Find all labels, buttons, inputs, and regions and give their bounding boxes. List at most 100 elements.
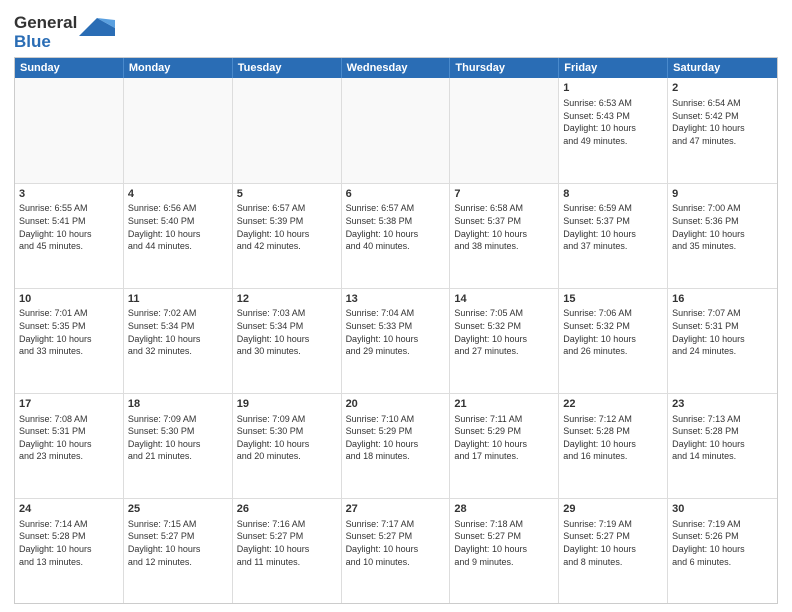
cell-info: Sunrise: 7:09 AM Sunset: 5:30 PM Dayligh… xyxy=(237,413,337,463)
day-number: 2 xyxy=(672,81,773,96)
day-number: 3 xyxy=(19,187,119,202)
cell-info: Sunrise: 7:19 AM Sunset: 5:26 PM Dayligh… xyxy=(672,518,773,568)
day-cell-26: 26Sunrise: 7:16 AM Sunset: 5:27 PM Dayli… xyxy=(233,499,342,603)
cell-info: Sunrise: 6:54 AM Sunset: 5:42 PM Dayligh… xyxy=(672,97,773,147)
header-cell-monday: Monday xyxy=(124,58,233,78)
cell-info: Sunrise: 7:16 AM Sunset: 5:27 PM Dayligh… xyxy=(237,518,337,568)
cell-info: Sunrise: 6:53 AM Sunset: 5:43 PM Dayligh… xyxy=(563,97,663,147)
cell-info: Sunrise: 7:18 AM Sunset: 5:27 PM Dayligh… xyxy=(454,518,554,568)
cell-info: Sunrise: 7:15 AM Sunset: 5:27 PM Dayligh… xyxy=(128,518,228,568)
day-cell-17: 17Sunrise: 7:08 AM Sunset: 5:31 PM Dayli… xyxy=(15,394,124,498)
day-cell-5: 5Sunrise: 6:57 AM Sunset: 5:39 PM Daylig… xyxy=(233,184,342,288)
cell-info: Sunrise: 6:57 AM Sunset: 5:39 PM Dayligh… xyxy=(237,202,337,252)
cell-info: Sunrise: 7:14 AM Sunset: 5:28 PM Dayligh… xyxy=(19,518,119,568)
day-number: 19 xyxy=(237,397,337,412)
day-number: 14 xyxy=(454,292,554,307)
cell-info: Sunrise: 7:10 AM Sunset: 5:29 PM Dayligh… xyxy=(346,413,446,463)
day-cell-24: 24Sunrise: 7:14 AM Sunset: 5:28 PM Dayli… xyxy=(15,499,124,603)
day-cell-2: 2Sunrise: 6:54 AM Sunset: 5:42 PM Daylig… xyxy=(668,78,777,182)
day-cell-14: 14Sunrise: 7:05 AM Sunset: 5:32 PM Dayli… xyxy=(450,289,559,393)
day-number: 13 xyxy=(346,292,446,307)
header-cell-saturday: Saturday xyxy=(668,58,777,78)
week-row-2: 3Sunrise: 6:55 AM Sunset: 5:41 PM Daylig… xyxy=(15,184,777,289)
day-number: 26 xyxy=(237,502,337,517)
day-number: 23 xyxy=(672,397,773,412)
cell-info: Sunrise: 7:00 AM Sunset: 5:36 PM Dayligh… xyxy=(672,202,773,252)
day-number: 16 xyxy=(672,292,773,307)
day-cell-4: 4Sunrise: 6:56 AM Sunset: 5:40 PM Daylig… xyxy=(124,184,233,288)
cell-info: Sunrise: 7:06 AM Sunset: 5:32 PM Dayligh… xyxy=(563,307,663,357)
logo-blue: Blue xyxy=(14,32,51,51)
cell-info: Sunrise: 7:04 AM Sunset: 5:33 PM Dayligh… xyxy=(346,307,446,357)
day-number: 11 xyxy=(128,292,228,307)
day-number: 25 xyxy=(128,502,228,517)
day-cell-6: 6Sunrise: 6:57 AM Sunset: 5:38 PM Daylig… xyxy=(342,184,451,288)
logo: General Blue xyxy=(14,14,115,51)
header-cell-thursday: Thursday xyxy=(450,58,559,78)
day-number: 22 xyxy=(563,397,663,412)
cell-info: Sunrise: 6:58 AM Sunset: 5:37 PM Dayligh… xyxy=(454,202,554,252)
day-cell-18: 18Sunrise: 7:09 AM Sunset: 5:30 PM Dayli… xyxy=(124,394,233,498)
cell-info: Sunrise: 6:56 AM Sunset: 5:40 PM Dayligh… xyxy=(128,202,228,252)
day-cell-27: 27Sunrise: 7:17 AM Sunset: 5:27 PM Dayli… xyxy=(342,499,451,603)
day-number: 29 xyxy=(563,502,663,517)
day-number: 30 xyxy=(672,502,773,517)
day-number: 5 xyxy=(237,187,337,202)
cell-info: Sunrise: 7:13 AM Sunset: 5:28 PM Dayligh… xyxy=(672,413,773,463)
day-cell-11: 11Sunrise: 7:02 AM Sunset: 5:34 PM Dayli… xyxy=(124,289,233,393)
day-cell-13: 13Sunrise: 7:04 AM Sunset: 5:33 PM Dayli… xyxy=(342,289,451,393)
calendar: SundayMondayTuesdayWednesdayThursdayFrid… xyxy=(14,57,778,604)
day-number: 10 xyxy=(19,292,119,307)
day-cell-15: 15Sunrise: 7:06 AM Sunset: 5:32 PM Dayli… xyxy=(559,289,668,393)
page: General Blue SundayMondayTuesdayWednesda… xyxy=(0,0,792,612)
day-cell-12: 12Sunrise: 7:03 AM Sunset: 5:34 PM Dayli… xyxy=(233,289,342,393)
week-row-5: 24Sunrise: 7:14 AM Sunset: 5:28 PM Dayli… xyxy=(15,499,777,603)
header-cell-sunday: Sunday xyxy=(15,58,124,78)
empty-cell-0-0 xyxy=(15,78,124,182)
day-number: 15 xyxy=(563,292,663,307)
day-number: 7 xyxy=(454,187,554,202)
day-number: 9 xyxy=(672,187,773,202)
logo-general: General xyxy=(14,13,77,32)
day-cell-1: 1Sunrise: 6:53 AM Sunset: 5:43 PM Daylig… xyxy=(559,78,668,182)
day-number: 20 xyxy=(346,397,446,412)
day-cell-23: 23Sunrise: 7:13 AM Sunset: 5:28 PM Dayli… xyxy=(668,394,777,498)
cell-info: Sunrise: 6:55 AM Sunset: 5:41 PM Dayligh… xyxy=(19,202,119,252)
day-cell-20: 20Sunrise: 7:10 AM Sunset: 5:29 PM Dayli… xyxy=(342,394,451,498)
cell-info: Sunrise: 7:09 AM Sunset: 5:30 PM Dayligh… xyxy=(128,413,228,463)
day-cell-3: 3Sunrise: 6:55 AM Sunset: 5:41 PM Daylig… xyxy=(15,184,124,288)
day-cell-19: 19Sunrise: 7:09 AM Sunset: 5:30 PM Dayli… xyxy=(233,394,342,498)
empty-cell-0-3 xyxy=(342,78,451,182)
week-row-4: 17Sunrise: 7:08 AM Sunset: 5:31 PM Dayli… xyxy=(15,394,777,499)
day-cell-30: 30Sunrise: 7:19 AM Sunset: 5:26 PM Dayli… xyxy=(668,499,777,603)
day-number: 6 xyxy=(346,187,446,202)
cell-info: Sunrise: 7:03 AM Sunset: 5:34 PM Dayligh… xyxy=(237,307,337,357)
calendar-header-row: SundayMondayTuesdayWednesdayThursdayFrid… xyxy=(15,58,777,78)
day-cell-7: 7Sunrise: 6:58 AM Sunset: 5:37 PM Daylig… xyxy=(450,184,559,288)
empty-cell-0-4 xyxy=(450,78,559,182)
day-number: 12 xyxy=(237,292,337,307)
day-number: 21 xyxy=(454,397,554,412)
day-cell-10: 10Sunrise: 7:01 AM Sunset: 5:35 PM Dayli… xyxy=(15,289,124,393)
day-cell-25: 25Sunrise: 7:15 AM Sunset: 5:27 PM Dayli… xyxy=(124,499,233,603)
week-row-3: 10Sunrise: 7:01 AM Sunset: 5:35 PM Dayli… xyxy=(15,289,777,394)
cell-info: Sunrise: 7:07 AM Sunset: 5:31 PM Dayligh… xyxy=(672,307,773,357)
day-cell-9: 9Sunrise: 7:00 AM Sunset: 5:36 PM Daylig… xyxy=(668,184,777,288)
day-cell-16: 16Sunrise: 7:07 AM Sunset: 5:31 PM Dayli… xyxy=(668,289,777,393)
day-number: 4 xyxy=(128,187,228,202)
day-cell-8: 8Sunrise: 6:59 AM Sunset: 5:37 PM Daylig… xyxy=(559,184,668,288)
cell-info: Sunrise: 7:12 AM Sunset: 5:28 PM Dayligh… xyxy=(563,413,663,463)
empty-cell-0-2 xyxy=(233,78,342,182)
header-cell-wednesday: Wednesday xyxy=(342,58,451,78)
cell-info: Sunrise: 7:19 AM Sunset: 5:27 PM Dayligh… xyxy=(563,518,663,568)
empty-cell-0-1 xyxy=(124,78,233,182)
cell-info: Sunrise: 7:11 AM Sunset: 5:29 PM Dayligh… xyxy=(454,413,554,463)
day-cell-28: 28Sunrise: 7:18 AM Sunset: 5:27 PM Dayli… xyxy=(450,499,559,603)
day-number: 27 xyxy=(346,502,446,517)
day-cell-21: 21Sunrise: 7:11 AM Sunset: 5:29 PM Dayli… xyxy=(450,394,559,498)
day-number: 18 xyxy=(128,397,228,412)
logo-text: General Blue xyxy=(14,14,77,51)
cell-info: Sunrise: 7:17 AM Sunset: 5:27 PM Dayligh… xyxy=(346,518,446,568)
day-number: 17 xyxy=(19,397,119,412)
header-cell-friday: Friday xyxy=(559,58,668,78)
